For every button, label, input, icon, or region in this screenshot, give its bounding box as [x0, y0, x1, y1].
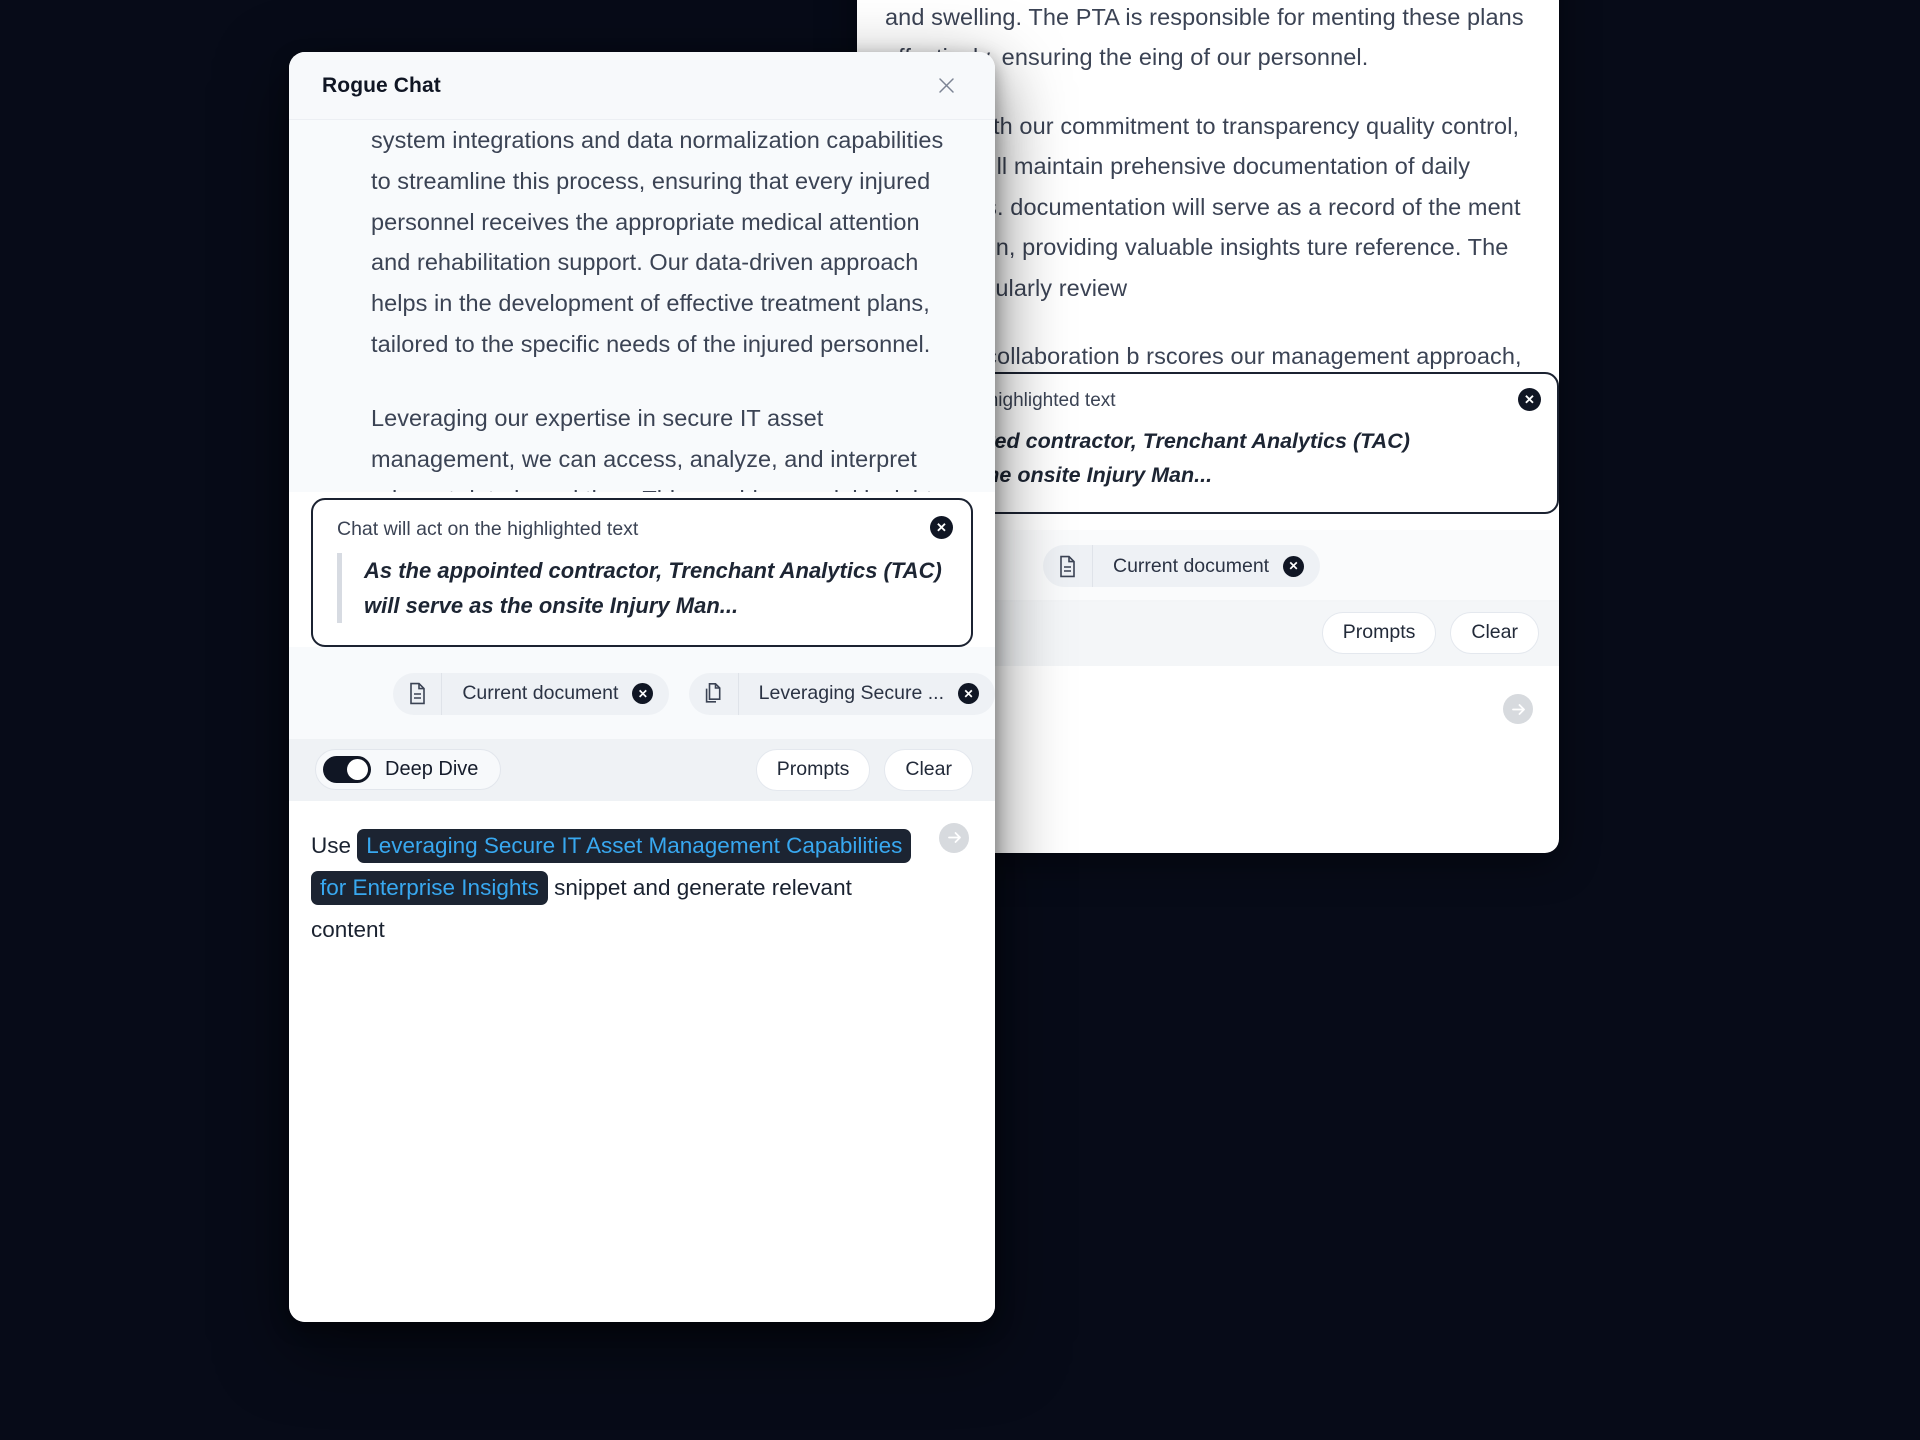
- background-prompts-button[interactable]: Prompts: [1321, 612, 1437, 654]
- highlight-callout: Chat will act on the highlighted text As…: [311, 497, 973, 647]
- send-button[interactable]: [939, 822, 969, 853]
- composer-text[interactable]: Use Leveraging Secure IT Asset Managemen…: [311, 825, 912, 951]
- callout-close-button[interactable]: ✕: [930, 515, 953, 539]
- toolbar-buttons: Prompts Clear: [755, 748, 973, 791]
- background-chip-current-document[interactable]: Current document ✕: [1043, 545, 1321, 587]
- close-circle-icon: ✕: [930, 515, 953, 539]
- background-chip-label: Current document: [1113, 554, 1270, 577]
- close-circle-icon: ✕: [1283, 555, 1305, 577]
- prompts-button[interactable]: Prompts: [755, 748, 871, 791]
- toggle-knob: [347, 759, 368, 780]
- background-callout-close-button[interactable]: ✕: [1518, 388, 1541, 411]
- toggle-switch[interactable]: [323, 756, 371, 783]
- background-toolbar-buttons: Prompts Clear: [1321, 612, 1539, 654]
- deep-dive-label: Deep Dive: [385, 758, 479, 780]
- background-send-button[interactable]: [1503, 694, 1533, 724]
- chip-snippet-leveraging-secure[interactable]: Leveraging Secure ... ✕: [689, 672, 995, 715]
- chip-label: Current document: [462, 682, 619, 704]
- chat-message-list[interactable]: system integrations and data normalizati…: [289, 120, 995, 492]
- clear-button[interactable]: Clear: [884, 748, 973, 791]
- chat-toolbar: Deep Dive Prompts Clear: [289, 738, 995, 801]
- chat-composer[interactable]: Use Leveraging Secure IT Asset Managemen…: [289, 800, 995, 1322]
- chip-remove-button[interactable]: ✕: [958, 683, 995, 704]
- chat-message: Leveraging our expertise in secure IT as…: [371, 404, 944, 492]
- document-icon: [1043, 545, 1093, 587]
- deep-dive-toggle[interactable]: Deep Dive: [315, 749, 502, 790]
- copy-icon: [689, 672, 739, 715]
- rogue-chat-panel: Rogue Chat system integrations and data …: [289, 52, 995, 1322]
- callout-quote: As the appointed contractor, Trenchant A…: [337, 552, 949, 623]
- composer-prefix: Use: [311, 832, 358, 858]
- chip-remove-button[interactable]: ✕: [632, 683, 669, 704]
- chat-message: system integrations and data normalizati…: [371, 127, 944, 357]
- chat-header: Rogue Chat: [289, 52, 995, 120]
- chat-title: Rogue Chat: [322, 73, 441, 97]
- close-icon[interactable]: [931, 71, 961, 101]
- callout-label: Chat will act on the highlighted text: [337, 517, 639, 540]
- document-icon: [393, 672, 443, 715]
- chip-current-document[interactable]: Current document ✕: [393, 672, 670, 715]
- close-circle-icon: ✕: [1518, 388, 1541, 411]
- background-clear-button[interactable]: Clear: [1450, 612, 1539, 654]
- context-chips-row: Current document ✕ Leveraging Secure ...…: [289, 646, 995, 739]
- background-chip-remove-button[interactable]: ✕: [1283, 555, 1320, 577]
- chip-label: Leveraging Secure ...: [758, 682, 944, 704]
- close-circle-icon: ✕: [632, 683, 654, 704]
- chat-messages-scroll: system integrations and data normalizati…: [289, 120, 995, 492]
- close-circle-icon: ✕: [958, 683, 979, 704]
- screen-root: instruction, utilizing different treatme…: [0, 0, 1920, 1440]
